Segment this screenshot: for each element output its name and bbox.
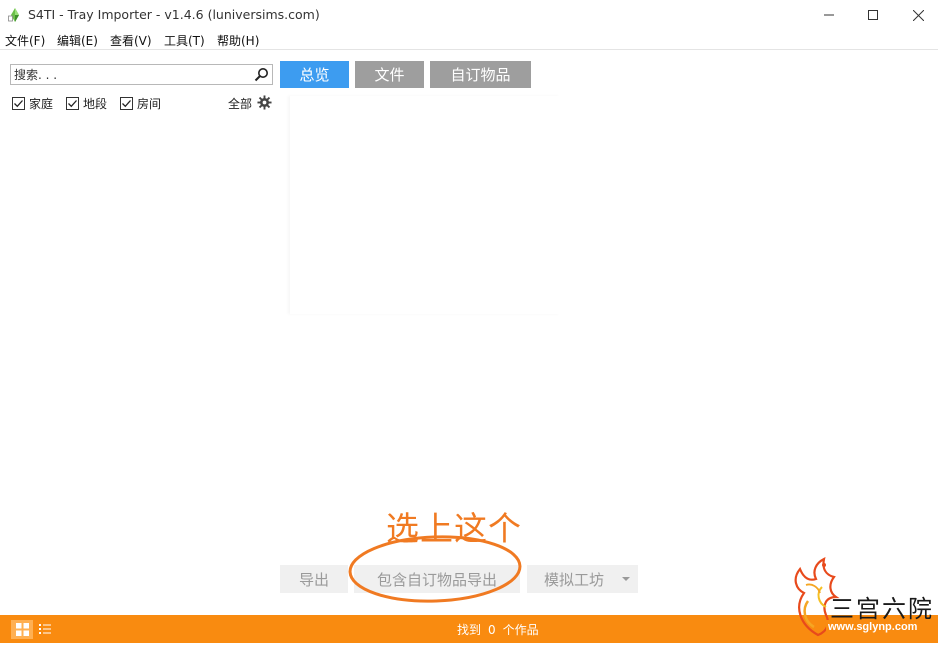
grid-view-button[interactable] [11,620,33,639]
maximize-button[interactable] [850,0,896,30]
watermark-text: 三宫六院 [830,595,934,623]
menu-edit[interactable]: 编辑(E) [57,32,98,49]
maximize-icon [868,10,878,20]
preview-panel [290,96,560,314]
status-count: 0 [488,623,496,637]
menu-help[interactable]: 帮助(H) [217,32,259,49]
gear-icon[interactable] [257,95,272,110]
title-bar: S4TI - Tray Importer - v1.4.6 (luniversi… [0,0,938,30]
chevron-down-icon[interactable] [622,577,630,581]
export-button[interactable]: 导出 [280,565,348,593]
filter-label-rooms: 房间 [137,96,162,111]
list-view-icon[interactable] [37,621,53,637]
check-icon [122,99,131,107]
window-title: S4TI - Tray Importer - v1.4.6 (luniversi… [28,7,320,22]
status-text: 找到 0 个作品 [457,621,539,638]
tab-overview[interactable]: 总览 [280,61,349,88]
filter-households[interactable]: 家庭 [12,95,53,111]
menu-tools[interactable]: 工具(T) [164,32,205,49]
close-button[interactable] [895,0,938,30]
close-icon [912,9,924,21]
search-icon[interactable] [254,67,269,82]
status-prefix: 找到 [457,623,482,637]
studio-button[interactable]: 模拟工坊 [527,565,638,593]
status-suffix: 个作品 [502,623,539,637]
filter-all-toggle[interactable]: 全部 [228,95,252,112]
app-logo-icon [8,8,19,22]
checkbox-rooms[interactable] [120,96,133,110]
search-box [10,64,273,85]
minimize-button[interactable] [806,0,852,30]
search-input[interactable] [14,66,249,83]
tab-custom-content[interactable]: 自订物品 [430,61,531,88]
grid-icon [15,623,29,636]
filter-label-lots: 地段 [83,96,108,111]
minimize-icon [824,14,834,16]
filter-label-households: 家庭 [29,96,54,111]
watermark-url: www.sglynp.com [828,621,918,633]
check-icon [14,99,23,107]
menu-view[interactable]: 查看(V) [110,32,152,49]
filter-lots[interactable]: 地段 [66,95,107,111]
studio-button-label: 模拟工坊 [544,570,605,589]
checkbox-lots[interactable] [66,96,79,110]
menu-file[interactable]: 文件(F) [5,32,45,49]
tab-files[interactable]: 文件 [355,61,424,88]
menu-bar: 文件(F) 编辑(E) 查看(V) 工具(T) 帮助(H) [0,30,938,50]
checkbox-households[interactable] [12,96,25,110]
annotation-circle [348,535,522,603]
filter-rooms[interactable]: 房间 [120,95,161,111]
check-icon [68,99,77,107]
